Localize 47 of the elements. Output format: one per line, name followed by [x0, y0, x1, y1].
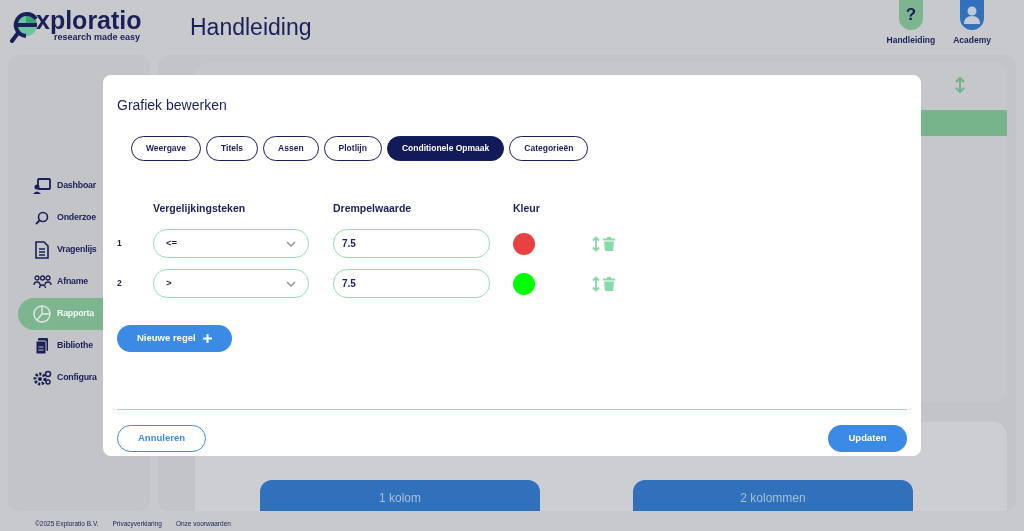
add-rule-button[interactable]: Nieuwe regel — [117, 325, 232, 352]
pie-chart-icon — [33, 305, 51, 323]
nav-button[interactable]: Academy — [953, 0, 991, 47]
column-header: Kleur — [513, 202, 540, 214]
operator-select[interactable]: > — [153, 269, 309, 298]
move-icon — [955, 77, 965, 93]
update-button[interactable]: Updaten — [828, 425, 907, 452]
sidebar-item[interactable]: Dashboar — [18, 170, 150, 202]
dialog-title: Grafiek bewerken — [117, 96, 228, 115]
tab[interactable]: Titels — [206, 136, 259, 161]
tab[interactable]: Assen — [263, 136, 319, 161]
search-icon — [35, 211, 49, 225]
documents-icon — [35, 337, 49, 355]
tab[interactable]: Categorieën — [509, 136, 589, 161]
cancel-button[interactable]: Annuleren — [117, 425, 206, 452]
nav-button[interactable]: ? Handleiding — [886, 0, 936, 47]
operator-select[interactable]: <= — [153, 229, 309, 258]
threshold-field[interactable]: 7.5 — [333, 229, 490, 258]
sidebar-item[interactable]: Onderzoe — [18, 202, 150, 234]
people-icon — [32, 275, 52, 289]
move-icon[interactable] — [592, 235, 600, 252]
chevron-down-icon — [286, 240, 296, 247]
trash-icon[interactable] — [603, 236, 615, 251]
column-header: Drempelwaarde — [333, 202, 412, 214]
move-icon[interactable] — [592, 275, 600, 292]
logo-tagline: research made easy — [54, 32, 142, 42]
row-number: 2 — [117, 278, 122, 289]
logo-icon — [10, 10, 38, 45]
document-icon — [35, 241, 49, 259]
tab[interactable]: Weergave — [131, 136, 201, 161]
presentation-icon — [33, 178, 51, 194]
logo-wordmark: xploratio — [36, 7, 142, 33]
row-number: 1 — [117, 238, 122, 249]
sidebar-item[interactable]: Configura — [18, 362, 150, 394]
gears-icon — [32, 370, 52, 386]
tab[interactable]: Conditionele Opmaak — [386, 136, 505, 161]
threshold-field[interactable]: 7.5 — [333, 269, 490, 298]
question-mark-icon: ? — [905, 2, 917, 28]
tab[interactable]: Plotlijn — [323, 136, 382, 161]
trash-icon[interactable] — [603, 276, 615, 291]
column-header: Vergelijkingsteken — [153, 202, 246, 214]
color-swatch[interactable] — [513, 232, 535, 255]
page-title: Handleiding — [190, 13, 312, 43]
plus-icon — [202, 334, 212, 343]
color-swatch[interactable] — [513, 272, 535, 295]
chevron-down-icon — [286, 280, 296, 287]
user-icon — [964, 6, 981, 24]
